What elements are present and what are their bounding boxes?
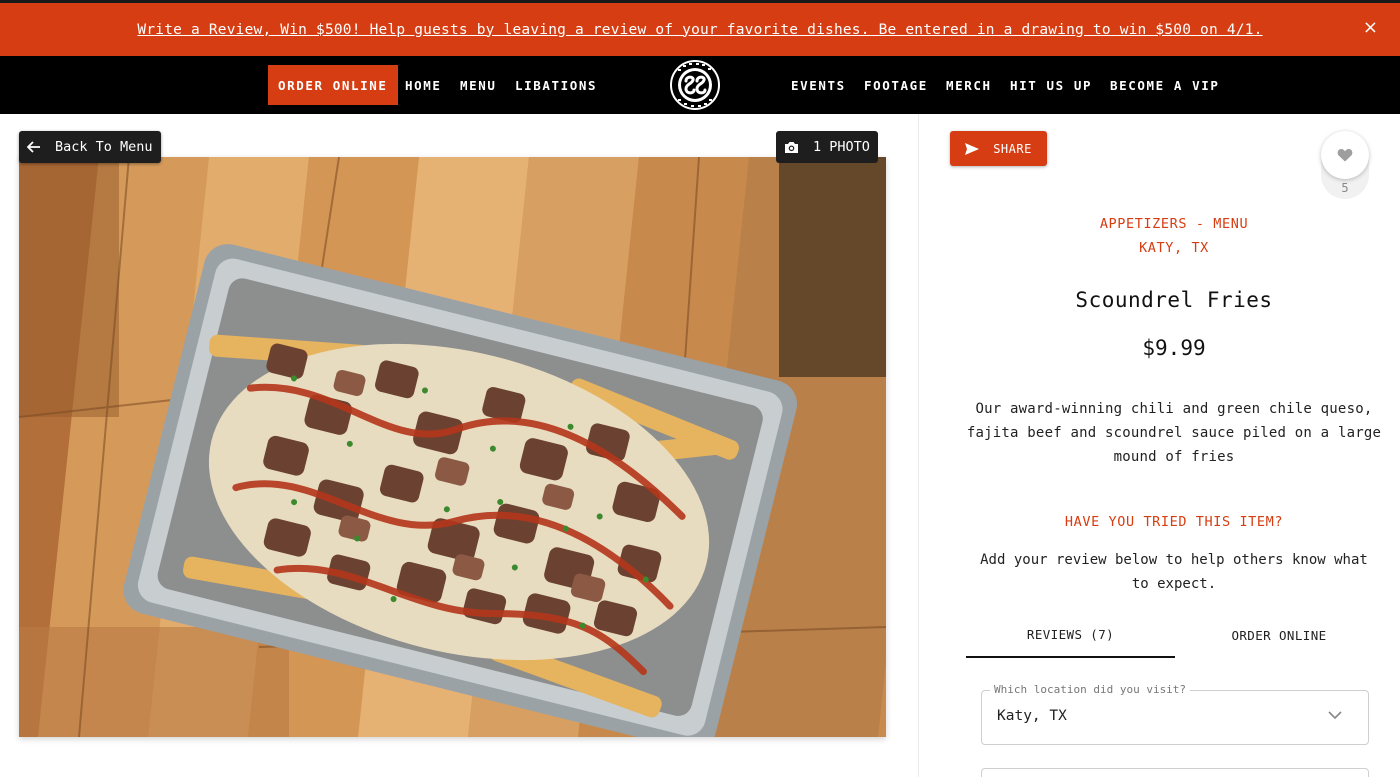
item-category: APPETIZERS - MENU KATY, TX [950, 212, 1398, 260]
photo-count-button[interactable]: 1 PHOTO [776, 131, 878, 163]
location-link[interactable]: KATY, TX [950, 236, 1398, 260]
item-title: Scoundrel Fries [1075, 288, 1273, 312]
nav-libations[interactable]: LIBATIONS [515, 56, 597, 114]
share-button[interactable]: SHARE [950, 131, 1047, 166]
favorite-widget: 5 [1321, 131, 1369, 199]
tab-reviews[interactable]: REVIEWS (7) [966, 612, 1175, 658]
nav-merch[interactable]: MERCH [946, 56, 992, 114]
nav-hit-us-up[interactable]: HIT US UP [1010, 56, 1092, 114]
nav-menu[interactable]: MENU [460, 56, 497, 114]
tab-order-online[interactable]: ORDER ONLINE [1175, 612, 1383, 658]
announcement-banner: Write a Review, Win $500! Help guests by… [0, 0, 1400, 56]
food-photo-image [19, 157, 886, 737]
review-field[interactable] [981, 768, 1369, 777]
main-nav: ORDER ONLINE HOME MENU LIBATIONS EVENTS … [0, 56, 1400, 114]
back-to-menu-label: Back To Menu [55, 139, 153, 155]
photo-count-label: 1 PHOTO [813, 139, 870, 155]
close-icon[interactable]: × [1363, 17, 1378, 38]
nav-home[interactable]: HOME [405, 56, 442, 114]
send-icon [965, 142, 980, 155]
item-description: Our award-winning chili and green chile … [966, 401, 1382, 465]
share-label: SHARE [993, 141, 1032, 156]
nav-footage[interactable]: FOOTAGE [864, 56, 928, 114]
favorite-button[interactable] [1321, 131, 1369, 179]
nav-become-vip[interactable]: BECOME A VIP [1110, 56, 1220, 114]
food-photo[interactable] [19, 157, 886, 737]
camera-icon [785, 141, 798, 153]
review-contest-link[interactable]: Write a Review, Win $500! Help guests by… [137, 22, 1262, 38]
nav-order-online[interactable]: ORDER ONLINE [268, 65, 398, 105]
column-divider [918, 114, 919, 777]
chevron-down-icon [1328, 711, 1342, 720]
tried-item-heading: HAVE YOU TRIED THIS ITEM? [1064, 514, 1284, 530]
location-select[interactable]: Which location did you visit? Katy, TX [981, 683, 1369, 745]
location-select-value: Katy, TX [997, 708, 1067, 724]
logo-icon[interactable] [669, 59, 721, 111]
heart-icon [1337, 148, 1353, 162]
review-prompt: Add your review below to help others kno… [980, 552, 1368, 592]
favorite-count: 5 [1341, 181, 1349, 195]
nav-events[interactable]: EVENTS [791, 56, 846, 114]
arrow-left-icon [27, 141, 40, 153]
location-select-label: Which location did you visit? [990, 683, 1191, 696]
back-to-menu-button[interactable]: Back To Menu [19, 131, 161, 163]
item-price: $9.99 [1142, 336, 1206, 360]
category-link[interactable]: APPETIZERS - MENU [950, 212, 1398, 236]
